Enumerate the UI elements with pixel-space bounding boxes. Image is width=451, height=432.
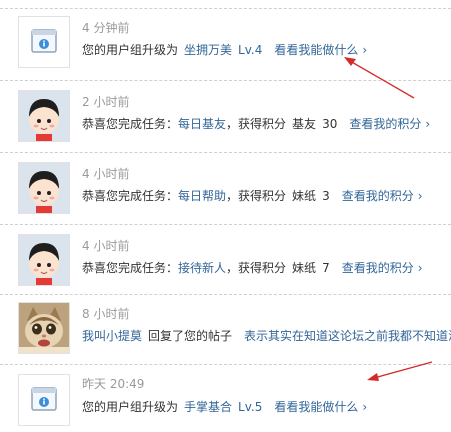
red-arrow-icon (367, 361, 433, 381)
annotation-arrows (344, 57, 433, 381)
red-arrow-icon (344, 57, 415, 99)
